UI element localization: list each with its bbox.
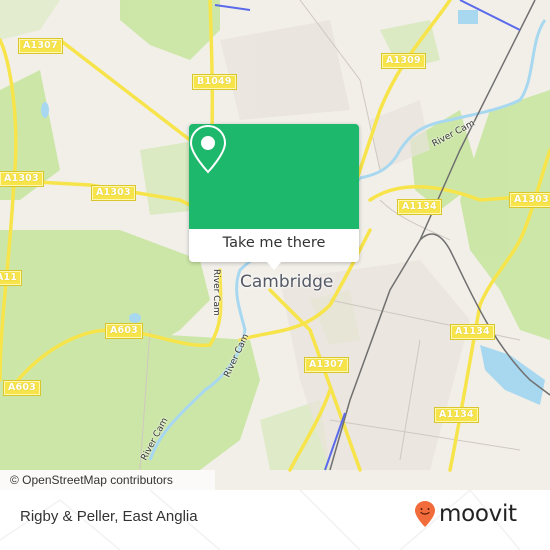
road-label-a1307-south: A1307 [304,357,349,373]
popup-header [189,124,359,229]
road-label-a603-west: A603 [3,380,41,396]
city-label-cambridge: Cambridge [240,272,334,292]
take-me-there-button[interactable]: Take me there [189,229,359,257]
map-pin-icon [189,124,227,174]
moovit-wordmark: moovit [439,501,517,527]
map-attribution[interactable]: © OpenStreetMap contributors [0,470,215,490]
road-label-a1307: A1307 [18,38,63,54]
footer-bar: Rigby & Peller, East Anglia moovit [0,490,550,550]
map-view[interactable]: A1307 B1049 A1309 A1303 A1303 A1303 A113… [0,0,550,490]
road-label-a603-mid: A603 [105,323,143,339]
road-label-a1303-east: A1303 [509,192,550,208]
river-label-cam-center: River Cam [211,269,221,316]
road-label-a11: A11 [0,270,23,286]
popup-pointer [266,261,282,270]
road-label-a1134-south: A1134 [434,407,479,423]
moovit-logo[interactable]: moovit [414,500,517,528]
moovit-pin-icon [415,501,435,527]
road-label-a1303-mid: A1303 [91,185,136,201]
road-label-a1309: A1309 [381,53,426,69]
popup-footer: Take me there [189,229,359,262]
place-title: Rigby & Peller, East Anglia [20,508,198,525]
road-label-a1134-mid: A1134 [450,324,495,340]
road-label-b1049: B1049 [192,74,237,90]
location-popup: Take me there [189,124,359,270]
road-label-a1134-north: A1134 [397,199,442,215]
road-label-a1303-west: A1303 [0,171,44,187]
